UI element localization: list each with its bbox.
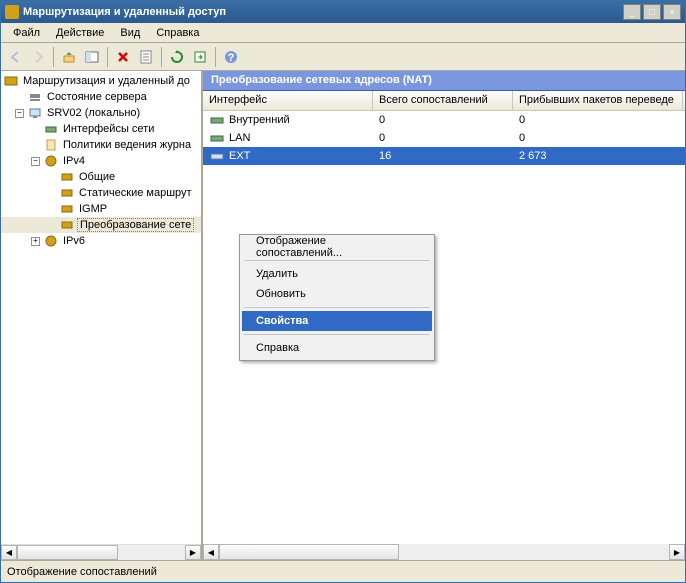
back-button[interactable]	[5, 46, 27, 68]
statusbar-text: Отображение сопоставлений	[7, 566, 157, 578]
column-packets[interactable]: Прибывших пакетов переведе	[513, 91, 683, 110]
titlebar: Маршрутизация и удаленный доступ _ □ ×	[1, 1, 685, 23]
menu-action[interactable]: Действие	[48, 25, 112, 41]
forward-button[interactable]	[27, 46, 49, 68]
expand-toggle[interactable]: +	[31, 237, 40, 246]
help-button[interactable]: ?	[220, 46, 242, 68]
collapse-toggle[interactable]: −	[31, 157, 40, 166]
cm-delete[interactable]: Удалить	[242, 264, 432, 284]
scroll-left-icon[interactable]: ◀	[1, 545, 17, 560]
tree-net-interfaces[interactable]: Интерфейсы сети	[1, 121, 201, 137]
scroll-right-icon[interactable]: ▶	[669, 544, 685, 560]
tree-server-status[interactable]: Состояние сервера	[1, 89, 201, 105]
show-pane-button[interactable]	[81, 46, 103, 68]
tree-pane: Маршрутизация и удаленный до Состояние с…	[1, 71, 203, 560]
interface-icon	[209, 148, 225, 164]
log-icon	[43, 137, 59, 153]
igmp-icon	[59, 201, 75, 217]
grid-row[interactable]: LAN 0 0	[203, 129, 685, 147]
tree-ipv6[interactable]: + IPv6	[1, 233, 201, 249]
scroll-left-icon[interactable]: ◀	[203, 544, 219, 560]
interface-icon	[209, 112, 225, 128]
routes-icon	[59, 185, 75, 201]
cell-packets: 0	[519, 132, 525, 144]
nat-icon	[59, 217, 75, 233]
cell-packets: 2 673	[519, 150, 547, 162]
cell-packets: 0	[519, 114, 525, 126]
cell-mappings: 0	[379, 132, 385, 144]
cell-name: EXT	[229, 150, 250, 162]
statusbar: Отображение сопоставлений	[1, 560, 685, 582]
menu-file[interactable]: Файл	[5, 25, 48, 41]
cm-help[interactable]: Справка	[242, 338, 432, 358]
menubar: Файл Действие Вид Справка	[1, 23, 685, 43]
tree-general[interactable]: Общие	[1, 169, 201, 185]
menu-view[interactable]: Вид	[112, 25, 148, 41]
menu-separator	[244, 307, 430, 308]
scroll-right-icon[interactable]: ▶	[185, 545, 201, 560]
grid-row[interactable]: EXT 16 2 673	[203, 147, 685, 165]
cell-mappings: 16	[379, 150, 391, 162]
refresh-button[interactable]	[166, 46, 188, 68]
tree-static-routes[interactable]: Статические маршрут	[1, 185, 201, 201]
cm-show-mappings[interactable]: Отображение сопоставлений...	[242, 237, 432, 257]
menu-separator	[244, 260, 430, 261]
column-mappings[interactable]: Всего сопоставлений	[373, 91, 513, 110]
grid-row[interactable]: Внутренний 0 0	[203, 111, 685, 129]
tree-nat[interactable]: Преобразование сете	[1, 217, 201, 233]
svg-text:?: ?	[228, 52, 235, 64]
menu-help[interactable]: Справка	[148, 25, 207, 41]
tree-policies[interactable]: Политики ведения журна	[1, 137, 201, 153]
grid-header: Интерфейс Всего сопоставлений Прибывших …	[203, 91, 685, 111]
ipv4-icon	[43, 153, 59, 169]
tree-root[interactable]: Маршрутизация и удаленный до	[1, 73, 201, 89]
export-button[interactable]	[189, 46, 211, 68]
maximize-button[interactable]: □	[643, 4, 661, 20]
cell-mappings: 0	[379, 114, 385, 126]
status-icon	[27, 89, 43, 105]
tree-ipv4[interactable]: − IPv4	[1, 153, 201, 169]
properties-button[interactable]	[135, 46, 157, 68]
menu-separator	[244, 334, 430, 335]
tree-hscrollbar[interactable]: ◀ ▶	[1, 544, 201, 560]
close-button[interactable]: ×	[663, 4, 681, 20]
context-menu: Отображение сопоставлений... Удалить Обн…	[239, 234, 435, 361]
tree-srv[interactable]: − SRV02 (локально)	[1, 105, 201, 121]
window-title: Маршрутизация и удаленный доступ	[23, 6, 623, 18]
server-icon	[3, 73, 19, 89]
column-interface[interactable]: Интерфейс	[203, 91, 373, 110]
cm-refresh[interactable]: Обновить	[242, 284, 432, 304]
app-icon	[5, 5, 19, 19]
minimize-button[interactable]: _	[623, 4, 641, 20]
collapse-toggle[interactable]: −	[15, 109, 24, 118]
general-icon	[59, 169, 75, 185]
toolbar: ?	[1, 43, 685, 71]
cell-name: LAN	[229, 132, 250, 144]
cell-name: Внутренний	[229, 114, 290, 126]
computer-icon	[27, 105, 43, 121]
ipv6-icon	[43, 233, 59, 249]
cm-properties[interactable]: Свойства	[242, 311, 432, 331]
pane-title: Преобразование сетевых адресов (NAT)	[203, 71, 685, 91]
nic-icon	[43, 121, 59, 137]
up-button[interactable]	[58, 46, 80, 68]
interface-icon	[209, 130, 225, 146]
delete-button[interactable]	[112, 46, 134, 68]
grid-hscrollbar[interactable]: ◀ ▶	[203, 544, 685, 560]
tree-igmp[interactable]: IGMP	[1, 201, 201, 217]
